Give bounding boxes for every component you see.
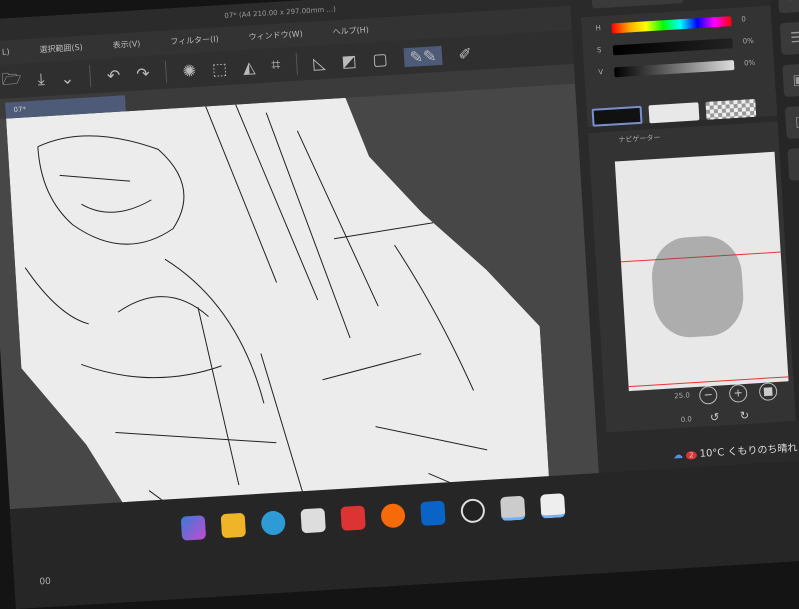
app-icon[interactable] (340, 505, 366, 531)
cloud-icon: ☁ (672, 449, 684, 462)
color-slider-panel-title[interactable]: カラースライダー (591, 0, 684, 9)
hue-value[interactable]: 0 (741, 15, 746, 23)
chatgpt-icon[interactable] (460, 498, 486, 524)
color-slider-panel: H 0 S 0% V 0% (580, 5, 778, 128)
position-readout: 00 (39, 576, 52, 588)
crop-icon[interactable]: ⌗ (271, 55, 281, 76)
navigator-panel: ナビゲーター 25.0 − + ■ 0.0 ↺ ↻ (588, 121, 796, 433)
selection-icon[interactable]: ⬚ (211, 59, 227, 79)
rotation-value: 0.0 (680, 415, 693, 424)
edge-icon[interactable] (260, 510, 286, 536)
clear-icon[interactable]: ◺ (313, 53, 326, 73)
layers-icon[interactable]: ◫ (784, 105, 799, 139)
fill-selection-icon[interactable]: ◩ (341, 51, 357, 71)
pen-icon[interactable]: ✎✎ (403, 45, 443, 67)
rotate-right-icon[interactable]: ↻ (735, 408, 754, 427)
zoom-value: 25.0 (674, 391, 691, 401)
redo-icon[interactable]: ↷ (136, 63, 151, 83)
material-icon[interactable]: ◈ (787, 146, 799, 181)
menu-item-window[interactable]: ウィンドウ(W) (248, 22, 304, 49)
zoom-in-icon[interactable]: + (728, 383, 748, 403)
h-label: H (595, 24, 602, 33)
search-icon[interactable]: ⌕ (777, 0, 799, 14)
value-slider[interactable] (614, 60, 735, 78)
loading-icon[interactable]: ✺ (182, 60, 197, 80)
divider (295, 52, 298, 75)
layer-property-icon[interactable]: ▣ (782, 63, 799, 98)
rotate-left-icon[interactable]: ↺ (705, 409, 724, 428)
fill-icon[interactable]: ◭ (242, 57, 255, 77)
divider (89, 65, 92, 88)
hue-slider[interactable] (611, 16, 732, 34)
fit-icon[interactable]: ■ (758, 382, 778, 402)
border-icon[interactable]: ▢ (372, 49, 388, 69)
menu-item-select[interactable]: 選択範囲(S) (39, 36, 84, 63)
copilot-icon[interactable] (180, 515, 207, 541)
color-slider-icon[interactable]: ☰ (779, 21, 799, 56)
open-folder-icon[interactable]: 🗁 (1, 67, 22, 95)
zoom-out-icon[interactable]: − (698, 385, 718, 405)
store-icon[interactable] (300, 507, 326, 534)
main-color-swatch[interactable] (591, 105, 643, 127)
file-explorer-icon[interactable] (220, 512, 247, 539)
undo-icon[interactable]: ↶ (106, 65, 121, 85)
right-panel: カラースライダー H 0 S 0% V 0% ナビゲーター 25.0 − + (568, 0, 799, 484)
outlook-icon[interactable] (420, 500, 446, 526)
s-label: S (596, 46, 602, 55)
sub-color-swatch[interactable] (648, 102, 700, 124)
value-value[interactable]: 0% (744, 59, 756, 68)
brush-icon[interactable]: ✐ (458, 44, 473, 64)
menu-item-view[interactable]: 表示(V) (112, 32, 141, 58)
firefox-icon[interactable] (380, 502, 406, 529)
clip-studio-paint-icon[interactable] (540, 493, 566, 519)
divider (164, 60, 168, 83)
navigator-title: ナビゲーター (618, 133, 661, 145)
screen: 07* (A4 210.00 x 297.00mm ...) L) 選択範囲(S… (0, 0, 799, 609)
save-icon[interactable]: ⤓ (37, 69, 45, 89)
weather-badge: 2 (685, 451, 697, 460)
menu-item[interactable]: L) (1, 40, 10, 64)
menu-item-help[interactable]: ヘルプ(H) (332, 18, 370, 44)
v-label: V (598, 68, 604, 77)
saturation-value[interactable]: 0% (742, 37, 754, 46)
navigator-thumbnail[interactable] (614, 151, 789, 392)
clip-studio-icon[interactable] (500, 495, 526, 522)
chevron-down-icon[interactable]: ⌄ (60, 68, 75, 88)
transparent-color-swatch[interactable] (705, 98, 757, 120)
menu-item-filter[interactable]: フィルター(I) (170, 27, 220, 54)
saturation-slider[interactable] (612, 38, 734, 56)
